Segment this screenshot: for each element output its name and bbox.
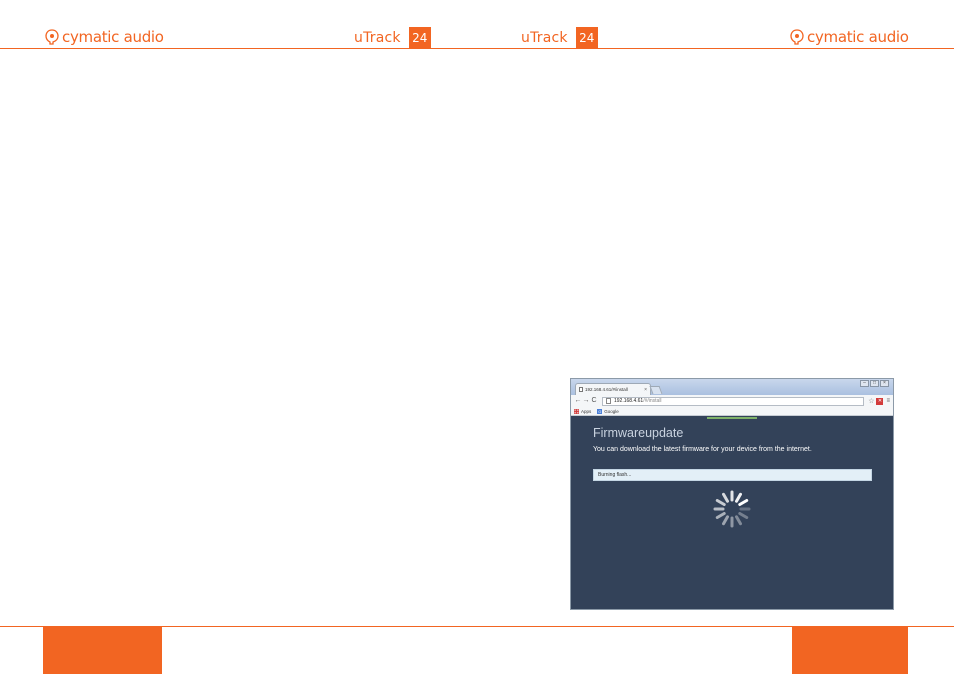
product-badge: 24	[408, 27, 431, 49]
page-icon	[579, 387, 583, 392]
status-text: Burning flash...	[598, 472, 632, 478]
apps-grid-icon	[574, 408, 579, 414]
browser-screenshot: 192.168.4.61/#/install × – □ × ← → C 192…	[570, 378, 894, 610]
forward-arrow-icon[interactable]: →	[582, 396, 590, 406]
browser-toolbar: ← → C 192.168.4.61/#/install ☆ ✕ ≡	[571, 395, 893, 407]
brand-name: cymatic audio	[62, 28, 164, 46]
bookmark-google[interactable]: Google	[604, 409, 619, 414]
brand-name: cymatic audio	[807, 28, 909, 46]
footer-page-tab-left	[43, 627, 162, 674]
brand-logo-icon	[45, 29, 59, 45]
browser-tab[interactable]: 192.168.4.61/#/install ×	[575, 383, 651, 395]
window-controls: – □ ×	[860, 380, 889, 387]
bookmarks-bar: Apps G Google	[571, 407, 893, 416]
google-icon: G	[597, 408, 603, 414]
product-name: uTrack	[521, 30, 568, 46]
spinner-spoke	[715, 499, 726, 506]
spinner-spoke	[722, 492, 729, 503]
minimize-button[interactable]: –	[860, 380, 869, 387]
spinner-spoke	[735, 515, 742, 526]
tab-title: 192.168.4.61/#/install	[585, 387, 628, 392]
url-path: /#/install	[643, 398, 662, 404]
page-icon	[606, 398, 611, 404]
page-subtitle: You can download the latest firmware for…	[593, 446, 812, 453]
browser-titlebar: 192.168.4.61/#/install × – □ ×	[571, 379, 893, 395]
spinner-spoke	[735, 492, 742, 503]
status-box: Burning flash...	[593, 469, 872, 481]
spinner-spoke	[738, 499, 749, 506]
menu-icon[interactable]: ≡	[886, 398, 890, 404]
extension-icon[interactable]: ✕	[876, 397, 884, 405]
loading-strip	[707, 417, 757, 419]
footer-page-tab-right	[792, 627, 908, 674]
tab-close-icon[interactable]: ×	[644, 387, 647, 393]
back-arrow-icon[interactable]: ←	[574, 396, 582, 406]
product-logo-right: uTrack 24	[521, 27, 598, 49]
address-bar[interactable]: 192.168.4.61/#/install	[602, 396, 865, 406]
brand-logo-right: cymatic audio	[790, 28, 909, 46]
brand-logo-icon	[790, 29, 804, 45]
reload-icon[interactable]: C	[590, 396, 598, 406]
new-tab-button[interactable]	[649, 386, 663, 394]
brand-logo-left: cymatic audio	[45, 28, 164, 46]
spinner-spoke	[722, 515, 729, 526]
url-host: 192.168.4.61	[614, 398, 644, 404]
spinner-spoke	[715, 512, 726, 519]
header-divider	[0, 48, 954, 49]
spinner-spoke	[738, 512, 749, 519]
maximize-button[interactable]: □	[870, 380, 879, 387]
product-name: uTrack	[354, 30, 401, 46]
bookmark-apps[interactable]: Apps	[581, 409, 591, 414]
bookmark-star-icon[interactable]: ☆	[868, 397, 874, 405]
product-badge: 24	[575, 27, 598, 49]
product-logo-left: uTrack 24	[354, 27, 431, 49]
close-window-button[interactable]: ×	[880, 380, 889, 387]
page-title: Firmwareupdate	[593, 426, 684, 440]
loading-spinner-icon	[713, 490, 751, 528]
